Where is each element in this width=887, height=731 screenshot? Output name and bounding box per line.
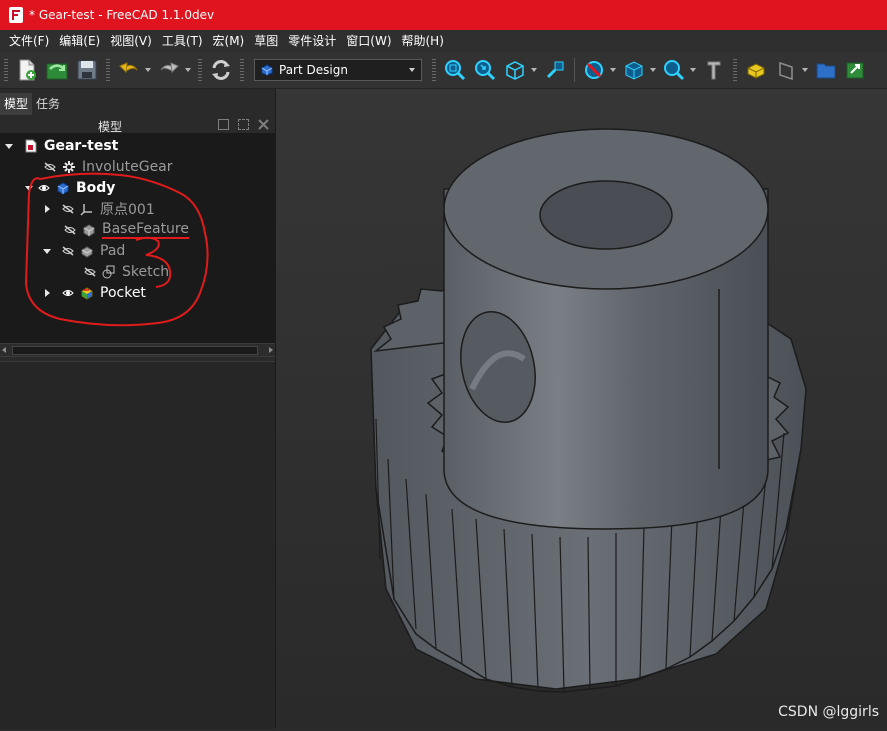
save-button[interactable] — [74, 57, 100, 83]
scroll-right-icon[interactable] — [269, 347, 273, 353]
link-arrow-icon — [846, 62, 864, 79]
menu-file[interactable]: 文件(F) — [4, 30, 54, 52]
scrollbar-thumb[interactable] — [12, 346, 258, 355]
no-symbol-icon — [585, 61, 603, 79]
menu-edit[interactable]: 编辑(E) — [54, 30, 105, 52]
create-group-button[interactable] — [773, 57, 799, 83]
gear-model — [370, 128, 807, 693]
model-header: 模型 — [0, 115, 275, 134]
open-folder-icon — [46, 63, 68, 80]
combo-view-panel: 模型 任务 模型 Gear-test InvoluteGear Body 原点0… — [0, 89, 276, 729]
horizontal-scrollbar[interactable] — [0, 343, 275, 357]
toolbar-grip[interactable] — [106, 59, 110, 81]
menu-tools[interactable]: 工具(T) — [157, 30, 208, 52]
menu-window[interactable]: 窗口(W) — [341, 30, 396, 52]
select-arrow-icon — [546, 61, 564, 79]
redo-dropdown-arrow[interactable] — [184, 57, 192, 83]
part-design-icon — [261, 64, 273, 76]
folder-button[interactable] — [813, 57, 839, 83]
undo-button[interactable] — [116, 57, 142, 83]
menu-sketch[interactable]: 草图 — [249, 30, 283, 52]
menu-view[interactable]: 视图(V) — [105, 30, 157, 52]
toolbar: Part Design — [0, 52, 887, 89]
toolbar-grip[interactable] — [240, 59, 244, 81]
chevron-down-icon — [409, 68, 415, 72]
red-annotation-scribble — [24, 172, 209, 327]
zoom-fit-selection-icon — [475, 60, 496, 81]
floppy-disk-icon — [77, 60, 97, 80]
3d-viewport[interactable]: CSDN @lggirls — [276, 89, 887, 728]
zoom-fit-all-icon — [445, 60, 466, 81]
fit-all-button[interactable] — [442, 57, 468, 83]
create-part-button[interactable] — [743, 57, 769, 83]
menu-macro[interactable]: 宏(M) — [208, 30, 250, 52]
title-bar: * Gear-test - FreeCAD 1.1.0dev — [0, 0, 887, 30]
group-icon — [779, 61, 793, 81]
isometric-cube-icon — [625, 61, 643, 80]
standard-views-dropdown-arrow[interactable] — [649, 57, 657, 83]
toolbar-separator — [574, 58, 575, 82]
standard-views-button[interactable] — [621, 57, 647, 83]
toolbar-grip[interactable] — [4, 59, 8, 81]
zoom-button[interactable] — [661, 57, 687, 83]
menu-bar: 文件(F) 编辑(E) 视图(V) 工具(T) 宏(M) 草图 零件设计 窗口(… — [0, 30, 887, 52]
new-document-icon — [19, 59, 36, 81]
tab-model[interactable]: 模型 — [0, 93, 33, 115]
stereo-view-button[interactable] — [581, 57, 607, 83]
zoom-dropdown-arrow[interactable] — [689, 57, 697, 83]
redo-button[interactable] — [156, 57, 182, 83]
undo-icon — [119, 62, 138, 74]
link-button[interactable] — [843, 57, 869, 83]
group-dropdown-arrow[interactable] — [801, 57, 809, 83]
toolbar-grip[interactable] — [198, 59, 202, 81]
stereo-dropdown-arrow[interactable] — [609, 57, 617, 83]
refresh-icon — [212, 60, 230, 80]
cube-wireframe-icon — [506, 61, 524, 80]
scroll-left-icon[interactable] — [2, 347, 6, 353]
tab-tasks[interactable]: 任务 — [32, 93, 64, 115]
zoom-icon — [664, 60, 685, 81]
workbench-selector[interactable]: Part Design — [254, 59, 422, 81]
gear-hub — [443, 128, 769, 530]
part-yellow-icon — [747, 63, 765, 79]
window-title: * Gear-test - FreeCAD 1.1.0dev — [29, 8, 215, 22]
menu-part-design[interactable]: 零件设计 — [283, 30, 341, 52]
float-panel-icon[interactable] — [238, 119, 249, 130]
fit-selection-button[interactable] — [472, 57, 498, 83]
watermark-text: CSDN @lggirls — [778, 704, 879, 720]
workbench-label: Part Design — [279, 63, 348, 77]
property-view — [0, 361, 275, 729]
toolbar-grip[interactable] — [432, 59, 436, 81]
open-document-button[interactable] — [44, 57, 70, 83]
menu-help[interactable]: 帮助(H) — [397, 30, 449, 52]
measure-button[interactable] — [542, 57, 568, 83]
new-document-button[interactable] — [14, 57, 40, 83]
folder-icon — [816, 63, 836, 79]
undo-dropdown-arrow[interactable] — [144, 57, 152, 83]
draw-style-dropdown-arrow[interactable] — [530, 57, 538, 83]
caliper-icon — [707, 61, 721, 80]
measure-distance-button[interactable] — [701, 57, 727, 83]
draw-style-button[interactable] — [502, 57, 528, 83]
panel-tabs: 模型 任务 — [0, 89, 275, 115]
toolbar-grip[interactable] — [733, 59, 737, 81]
collapse-icon[interactable] — [218, 119, 229, 130]
freecad-logo-icon — [9, 7, 23, 23]
model-tree: Gear-test InvoluteGear Body 原点001 BaseFe… — [0, 133, 275, 343]
redo-icon — [160, 62, 179, 74]
refresh-button[interactable] — [208, 57, 234, 83]
close-icon[interactable] — [258, 119, 269, 130]
